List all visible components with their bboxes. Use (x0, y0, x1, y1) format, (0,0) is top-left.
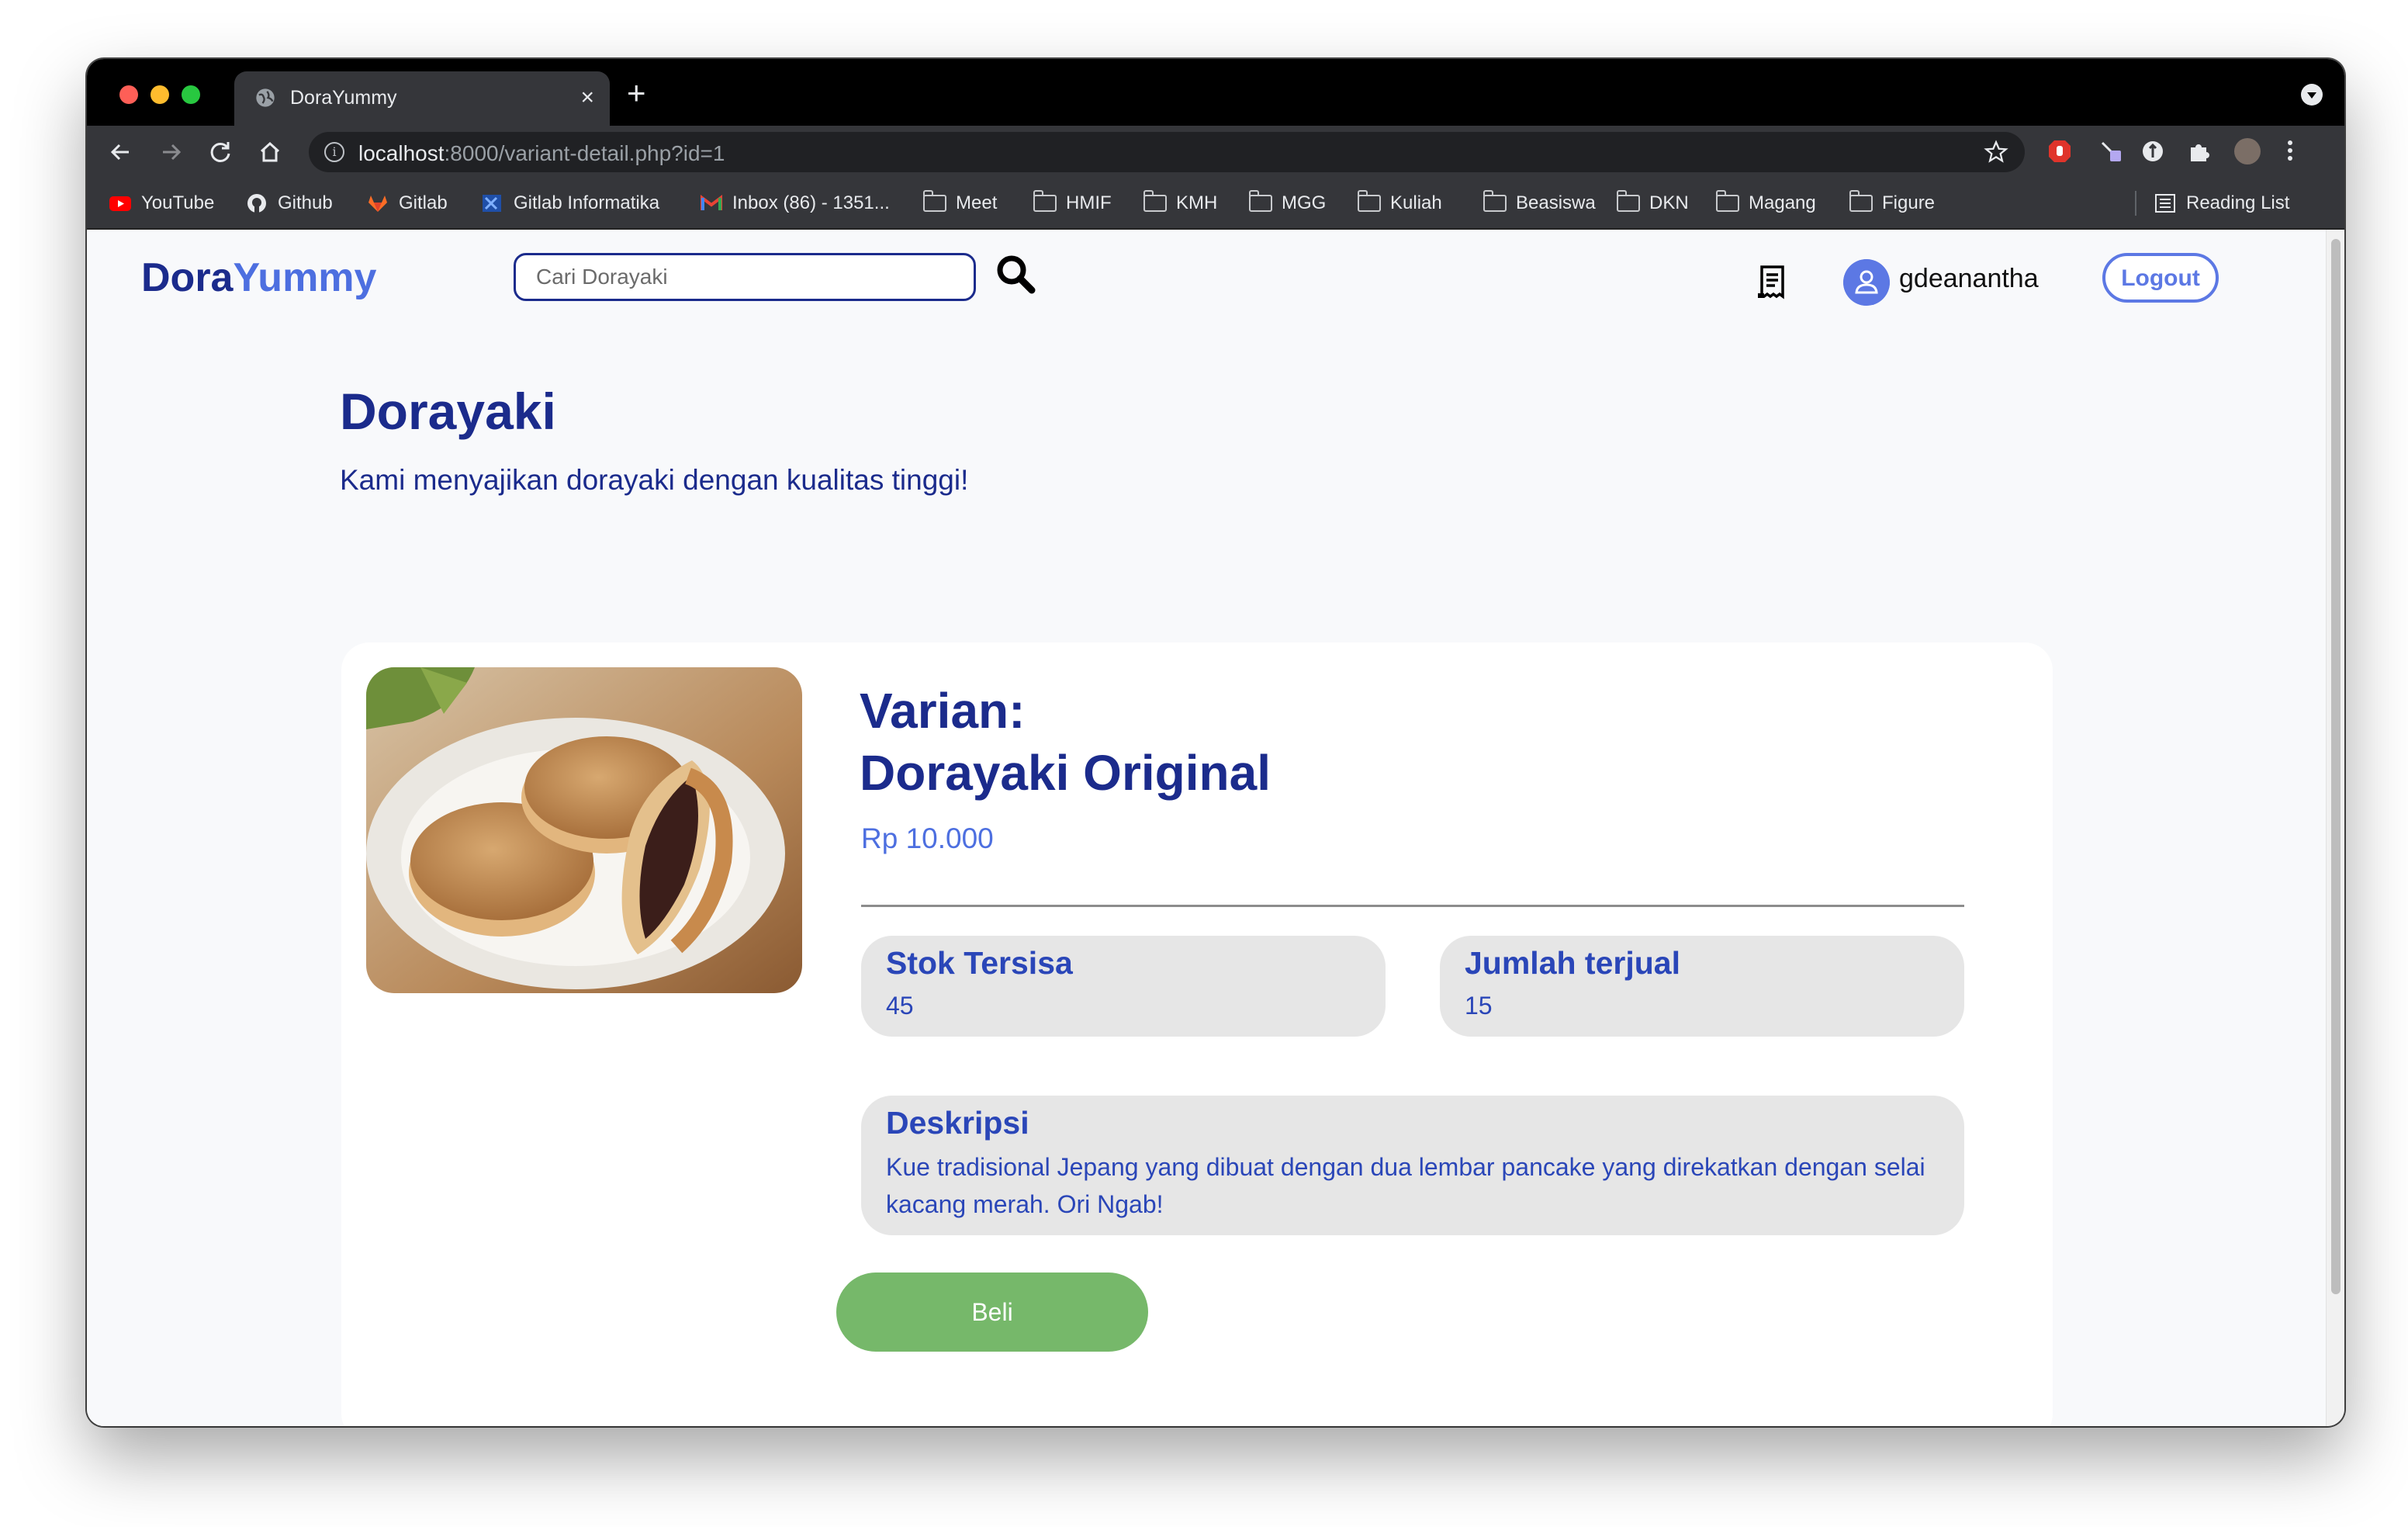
divider (861, 905, 1964, 907)
back-arrow-icon[interactable] (104, 135, 138, 169)
bookmark-folder-kmh[interactable]: KMH (1143, 178, 1217, 228)
user-icon[interactable] (1843, 259, 1890, 306)
bookmark-github[interactable]: Github (245, 178, 333, 228)
tab-strip: DoraYummy × + (87, 59, 2344, 126)
tab-dorayummy[interactable]: DoraYummy × (234, 71, 610, 126)
info-icon[interactable]: i (324, 142, 344, 162)
forward-arrow-icon[interactable] (154, 135, 188, 169)
reading-list-button[interactable]: Reading List (2154, 178, 2289, 228)
globe-icon (256, 88, 275, 107)
gitlab-icon (368, 196, 387, 212)
bookmark-youtube[interactable]: YouTube (109, 178, 214, 228)
bookmark-folder-meet[interactable]: Meet (923, 178, 997, 228)
sold-box: Jumlah terjual 15 (1440, 936, 1964, 1037)
puzzle-icon[interactable] (2186, 138, 2213, 164)
variant-name: Dorayaki Original (860, 745, 1271, 801)
folder-icon (1483, 190, 1507, 212)
new-tab-button[interactable]: + (627, 76, 646, 110)
stock-value: 45 (886, 992, 914, 1020)
url-text[interactable]: localhost:8000/variant-detail.php?id=1 (358, 141, 725, 166)
folder-icon (1033, 190, 1057, 212)
home-icon[interactable] (253, 135, 287, 169)
youtube-icon (109, 196, 131, 211)
bookmarks-bar: YouTube Github Gitlab Gitlab Informatika… (87, 178, 2344, 230)
bookmark-gitlab[interactable]: Gitlab (366, 178, 448, 228)
product-image (366, 667, 802, 993)
page-subtitle: Kami menyajikan dorayaki dengan kualitas… (340, 464, 969, 496)
stock-label: Stok Tersisa (886, 945, 1073, 981)
gitlab-informatika-icon (483, 195, 501, 212)
variant-label: Varian: (860, 683, 1026, 739)
description-label: Deskripsi (886, 1105, 1029, 1141)
folder-icon (1849, 190, 1873, 212)
bookmark-folder-magang[interactable]: Magang (1716, 178, 1816, 228)
pen-extension-icon[interactable] (2098, 138, 2124, 164)
bookmark-gmail[interactable]: Inbox (86) - 1351... (700, 178, 890, 228)
tab-title: DoraYummy (290, 87, 397, 109)
folder-icon (923, 190, 946, 212)
tab-search-button[interactable] (2301, 84, 2323, 106)
tab-close-icon[interactable]: × (580, 84, 594, 112)
sold-label: Jumlah terjual (1465, 945, 1680, 981)
scrollbar-thumb[interactable] (2331, 239, 2341, 1294)
product-price: Rp 10.000 (861, 822, 994, 854)
buy-button[interactable]: Beli (836, 1272, 1148, 1352)
browser-window: DoraYummy × + i localhost:8000/variant-d… (87, 59, 2344, 1426)
adblock-extension-icon[interactable] (2046, 138, 2073, 164)
maximize-window-button[interactable] (182, 85, 200, 104)
browser-toolbar: i localhost:8000/variant-detail.php?id=1 (87, 126, 2344, 178)
bookmark-folder-dkn[interactable]: DKN (1617, 178, 1689, 228)
extension-circle-icon[interactable] (2140, 138, 2166, 164)
page-title: Dorayaki (340, 383, 556, 440)
folder-icon (1716, 190, 1739, 212)
gmail-icon (701, 195, 722, 210)
bookmark-folder-hmif[interactable]: HMIF (1033, 178, 1112, 228)
address-bar[interactable]: i localhost:8000/variant-detail.php?id=1 (309, 132, 2025, 172)
folder-icon (1617, 190, 1640, 212)
folder-icon (1358, 190, 1381, 212)
search-icon[interactable] (991, 250, 1041, 300)
bookmark-folder-mgg[interactable]: MGG (1249, 178, 1326, 228)
bookmark-separator (2135, 191, 2136, 216)
product-card: Varian: Dorayaki Original Rp 10.000 Stok… (341, 642, 2053, 1426)
star-icon[interactable] (1983, 139, 2009, 165)
bookmark-folder-beasiswa[interactable]: Beasiswa (1483, 178, 1596, 228)
reload-icon[interactable] (203, 135, 237, 169)
receipt-icon[interactable] (1755, 264, 1790, 301)
bookmark-folder-figure[interactable]: Figure (1849, 178, 1935, 228)
site-logo[interactable]: DoraYummy (141, 254, 376, 301)
reading-list-icon (2155, 194, 2175, 213)
bookmark-gitlab-informatika[interactable]: Gitlab Informatika (481, 178, 659, 228)
github-icon (247, 194, 266, 213)
sold-value: 15 (1465, 992, 1493, 1020)
username[interactable]: gdeanantha (1899, 264, 2039, 294)
bookmark-folder-kuliah[interactable]: Kuliah (1358, 178, 1442, 228)
folder-icon (1249, 190, 1272, 212)
page-scrollbar[interactable] (2326, 230, 2344, 1426)
description-text: Kue tradisional Jepang yang dibuat denga… (886, 1153, 1925, 1218)
description-box: Deskripsi Kue tradisional Jepang yang di… (861, 1096, 1964, 1235)
profile-avatar[interactable] (2234, 138, 2261, 164)
close-window-button[interactable] (119, 85, 138, 104)
folder-icon (1143, 190, 1167, 212)
search-input[interactable] (514, 253, 976, 301)
minimize-window-button[interactable] (150, 85, 169, 104)
stock-box: Stok Tersisa 45 (861, 936, 1386, 1037)
menu-kebab-icon[interactable] (2282, 133, 2298, 168)
page-content: DoraYummy gdeanantha Logout Dorayaki Kam… (87, 230, 2326, 1426)
logout-button[interactable]: Logout (2102, 253, 2219, 303)
